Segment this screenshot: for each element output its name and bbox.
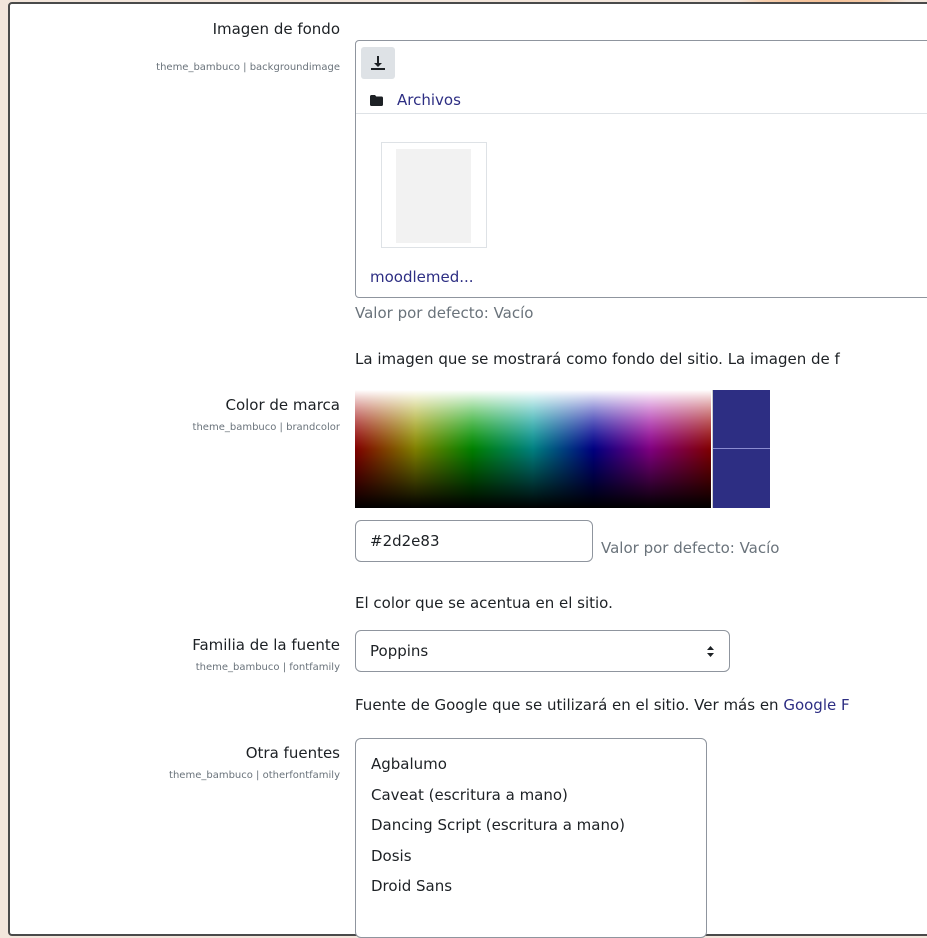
font-family-selected: Poppins bbox=[370, 642, 429, 660]
folder-link[interactable]: Archivos bbox=[397, 91, 461, 109]
font-option[interactable]: Agbalumo bbox=[371, 749, 691, 780]
brand-color-default: Valor por defecto: Vacío bbox=[601, 539, 780, 557]
font-family-description: Fuente de Google que se utilizará en el … bbox=[355, 696, 850, 714]
background-image-label: Imagen de fondo bbox=[212, 20, 340, 38]
font-family-select[interactable]: Poppins bbox=[355, 630, 730, 672]
google-fonts-link[interactable]: Google F bbox=[783, 696, 849, 714]
color-swatch bbox=[712, 390, 770, 508]
thumbnail-image bbox=[396, 149, 471, 243]
brand-color-input[interactable] bbox=[355, 520, 593, 562]
download-button[interactable] bbox=[361, 47, 395, 79]
settings-panel: Imagen de fondo theme_bambuco | backgrou… bbox=[8, 2, 927, 938]
font-option[interactable]: Dancing Script (escritura a mano) bbox=[371, 810, 691, 841]
brand-color-label: Color de marca bbox=[225, 396, 340, 414]
brand-color-description: El color que se acentua en el sitio. bbox=[355, 594, 613, 612]
other-fonts-multiselect[interactable]: Agbalumo Caveat (escritura a mano) Danci… bbox=[355, 738, 707, 938]
font-family-description-text: Fuente de Google que se utilizará en el … bbox=[355, 696, 784, 714]
font-option[interactable]: Caveat (escritura a mano) bbox=[371, 780, 691, 811]
background-image-description: La imagen que se mostrará como fondo del… bbox=[355, 350, 840, 368]
file-manager-divider bbox=[356, 113, 927, 114]
font-option[interactable]: Dosis bbox=[371, 841, 691, 872]
download-icon bbox=[371, 56, 385, 70]
background-image-default: Valor por defecto: Vacío bbox=[355, 304, 534, 322]
select-arrows-icon bbox=[707, 645, 714, 657]
brand-color-setting-name: theme_bambuco | brandcolor bbox=[192, 422, 340, 433]
file-path-breadcrumb: Archivos bbox=[370, 91, 461, 109]
other-fonts-label: Otra fuentes bbox=[245, 744, 340, 762]
file-thumbnail[interactable] bbox=[381, 142, 487, 248]
font-option[interactable]: Droid Sans bbox=[371, 871, 691, 902]
swatch-divider bbox=[713, 448, 770, 449]
font-family-label: Familia de la fuente bbox=[192, 636, 340, 654]
font-family-setting-name: theme_bambuco | fontfamily bbox=[195, 662, 340, 673]
other-fonts-setting-name: theme_bambuco | otherfontfamily bbox=[169, 770, 340, 781]
file-name-link[interactable]: moodlemed... bbox=[370, 268, 474, 286]
background-image-setting-name: theme_bambuco | backgroundimage bbox=[156, 62, 340, 73]
file-manager: Archivos moodlemed... bbox=[355, 40, 927, 298]
color-picker-spectrum[interactable] bbox=[355, 390, 711, 508]
folder-icon bbox=[370, 94, 383, 106]
